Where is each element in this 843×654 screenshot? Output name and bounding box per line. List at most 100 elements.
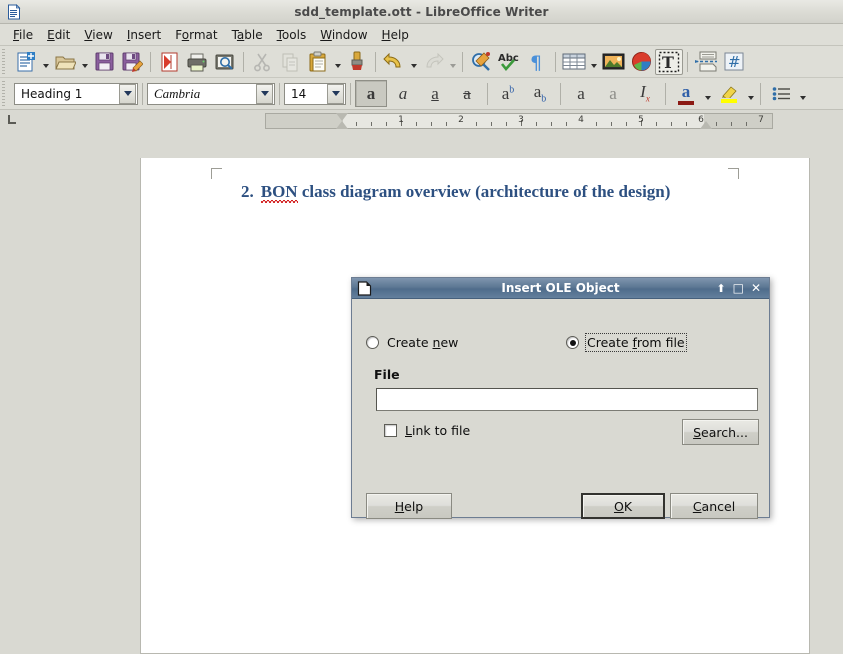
menu-table[interactable]: Table (225, 26, 270, 44)
clear-formatting-button[interactable]: Ix (629, 80, 661, 107)
open-folder-icon[interactable] (51, 49, 79, 75)
insert-table-dropdown[interactable] (588, 49, 599, 75)
window-title-bar: sdd_template.ott - LibreOffice Writer (0, 0, 843, 24)
font-color-button[interactable]: a (670, 80, 702, 107)
svg-text:Abc: Abc (498, 53, 519, 64)
page-break-icon[interactable] (692, 49, 720, 75)
right-indent-marker[interactable] (700, 121, 712, 129)
tab-stop-selector-icon[interactable] (8, 115, 16, 124)
toolbar-separator (150, 51, 151, 72)
highlighting-color-dropdown-arrow[interactable] (745, 81, 756, 107)
font-size-combo[interactable]: 14 (284, 82, 346, 105)
dialog-window-controls: ⬆ □ ✕ (716, 282, 769, 294)
dialog-title-bar[interactable]: Insert OLE Object ⬆ □ ✕ (352, 278, 769, 299)
ruler-number: 2 (458, 115, 464, 125)
radio-create-new[interactable]: Create new (366, 335, 458, 350)
bold-button[interactable]: a (355, 80, 387, 107)
paragraph-style-combo[interactable]: Heading 1 (14, 82, 138, 105)
subscript-button[interactable]: ab (524, 80, 556, 107)
font-name-combo[interactable]: Cambria (147, 82, 275, 105)
left-indent-marker[interactable] (336, 121, 348, 129)
menu-insert[interactable]: Insert (120, 26, 168, 44)
save-icon[interactable] (90, 49, 118, 75)
search-button[interactable]: Search... (682, 419, 759, 445)
superscript-button[interactable]: ab (492, 80, 524, 107)
cut-icon[interactable] (248, 49, 276, 75)
undo-icon[interactable] (380, 49, 408, 75)
undo-dropdown[interactable] (408, 49, 419, 75)
file-group-label: File (374, 367, 400, 382)
insert-image-icon[interactable] (599, 49, 627, 75)
new-document-dropdown[interactable] (40, 49, 51, 75)
horizontal-ruler[interactable]: 1 2 3 4 5 6 7 (265, 113, 773, 129)
spelling-icon[interactable]: Abc (495, 49, 523, 75)
rollup-icon[interactable]: ⬆ (716, 283, 725, 294)
radio-create-from-file[interactable]: Create from file (566, 333, 687, 352)
export-pdf-icon[interactable] (155, 49, 183, 75)
new-document-icon[interactable] (12, 49, 40, 75)
insert-field-icon[interactable]: # (720, 49, 748, 75)
toolbar-separator (375, 51, 376, 72)
ok-button[interactable]: OK (581, 493, 665, 519)
insert-ole-object-dialog[interactable]: Insert OLE Object ⬆ □ ✕ Create new Creat… (351, 277, 770, 519)
help-button-label: Help (394, 498, 424, 514)
close-icon[interactable]: ✕ (751, 282, 761, 294)
menu-help[interactable]: Help (375, 26, 416, 44)
toolbar-grip[interactable] (2, 48, 9, 75)
save-as-icon[interactable] (118, 49, 146, 75)
font-color-dropdown-arrow[interactable] (702, 81, 713, 107)
redo-dropdown[interactable] (447, 49, 458, 75)
heading-misspelled-word: BON (260, 182, 298, 201)
window-title: sdd_template.ott - LibreOffice Writer (294, 4, 549, 19)
menu-window[interactable]: Window (313, 26, 374, 44)
paste-icon[interactable] (304, 49, 332, 75)
formatting-marks-icon[interactable]: ¶ (523, 49, 551, 75)
cancel-button[interactable]: Cancel (670, 493, 758, 519)
radio-create-new-indicator (366, 336, 379, 349)
lowercase-button[interactable]: a (597, 80, 629, 107)
toolbar-separator (687, 51, 688, 72)
menu-format[interactable]: Format (168, 26, 224, 44)
menu-tools[interactable]: Tools (270, 26, 314, 44)
underline-button[interactable]: a (419, 80, 451, 107)
print-icon[interactable] (183, 49, 211, 75)
formatting-toolbar-grip[interactable] (2, 80, 9, 107)
clone-formatting-icon[interactable] (343, 49, 371, 75)
maximize-icon[interactable]: □ (733, 282, 744, 294)
text-boundary-top-right (728, 168, 739, 179)
strikethrough-button[interactable]: a (451, 80, 483, 107)
paragraph-style-dropdown-arrow[interactable] (119, 83, 136, 104)
find-replace-icon[interactable] (467, 49, 495, 75)
paste-dropdown[interactable] (332, 49, 343, 75)
uppercase-button[interactable]: a (565, 80, 597, 107)
font-name-value: Cambria (154, 85, 201, 101)
help-button[interactable]: Help (366, 493, 452, 519)
copy-icon[interactable] (276, 49, 304, 75)
insert-chart-icon[interactable] (627, 49, 655, 75)
redo-icon[interactable] (419, 49, 447, 75)
menu-file[interactable]: File (6, 26, 40, 44)
menu-edit[interactable]: Edit (40, 26, 77, 44)
menu-view[interactable]: View (77, 26, 119, 44)
link-to-file-checkbox[interactable]: Link to file (384, 423, 470, 438)
open-dropdown[interactable] (79, 49, 90, 75)
italic-button[interactable]: a (387, 80, 419, 107)
highlighting-color-button[interactable] (713, 80, 745, 107)
first-line-indent-marker[interactable] (336, 113, 348, 121)
text-boundary-top-left (211, 168, 222, 179)
file-path-input[interactable] (376, 388, 758, 411)
unordered-list-dropdown-arrow[interactable] (797, 81, 808, 107)
formatting-toolbar: Heading 1 Cambria 14 a a a a ab ab a a I… (0, 78, 843, 110)
print-preview-icon[interactable] (211, 49, 239, 75)
ruler-left-margin-zone (266, 114, 343, 128)
menu-bar: File Edit View Insert Format Table Tools… (0, 24, 843, 46)
font-name-dropdown-arrow[interactable] (256, 83, 273, 104)
font-size-dropdown-arrow[interactable] (327, 83, 344, 104)
heading-number: 2. (241, 182, 254, 201)
svg-text:T: T (662, 53, 674, 72)
radio-create-from-file-indicator (566, 336, 579, 349)
unordered-list-button[interactable] (765, 80, 797, 107)
insert-text-box-icon[interactable]: T (655, 48, 683, 75)
insert-table-icon[interactable] (560, 49, 588, 75)
formatting-separator (142, 82, 143, 105)
